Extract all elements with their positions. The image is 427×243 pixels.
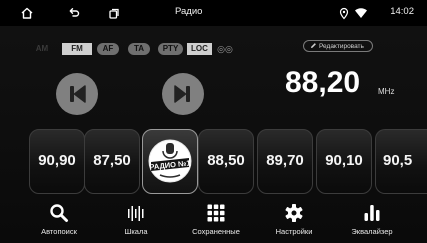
pty-toggle[interactable]: PTY	[158, 43, 183, 55]
scale-button[interactable]: Шкала	[101, 203, 171, 241]
settings-label: Настройки	[275, 227, 313, 236]
saved-button[interactable]: Сохраненные	[181, 203, 251, 241]
radio-screen: Радио 14:02 AM FM AF TA PTY LOC ◎◎ Редак…	[0, 0, 427, 243]
frequency-display: 88,20	[285, 66, 361, 99]
search-icon	[50, 204, 68, 222]
frequency-unit: MHz	[378, 87, 395, 96]
scale-label: Шкала	[124, 227, 148, 236]
preset-frequency: 87,50	[93, 152, 131, 169]
tuning-scale-icon	[128, 206, 144, 221]
preset-button[interactable]: 88,50	[198, 129, 254, 194]
preset-button[interactable]: 87,50	[84, 129, 140, 194]
preset-frequency: 90,10	[325, 152, 363, 169]
loc-toggle[interactable]: LOC	[187, 43, 212, 55]
screen-title: Радио	[175, 6, 203, 17]
edit-button[interactable]: Редактировать	[303, 40, 373, 52]
preset-button-active[interactable]: РАДИО №1	[142, 129, 198, 194]
preset-frequency: 88,50	[207, 152, 245, 169]
skip-forward-icon	[174, 85, 190, 103]
equalizer-label: Эквалайзер	[351, 227, 393, 236]
pencil-icon	[311, 43, 316, 48]
preset-button[interactable]: 89,70	[257, 129, 313, 194]
preset-button[interactable]: 90,10	[316, 129, 372, 194]
previous-station-button[interactable]	[56, 73, 98, 115]
settings-button[interactable]: Настройки	[259, 203, 329, 241]
grid-icon	[207, 204, 225, 222]
equalizer-button[interactable]: Эквалайзер	[337, 203, 407, 241]
preset-frequency: 90,90	[38, 152, 76, 169]
preset-frequency: 89,70	[266, 152, 304, 169]
recent-apps-icon[interactable]	[107, 6, 121, 20]
skip-back-icon	[70, 85, 86, 103]
location-pin-icon	[339, 7, 349, 20]
equalizer-icon	[364, 205, 380, 221]
autosearch-label: Автопоиск	[41, 227, 77, 236]
band-fm[interactable]: FM	[62, 43, 92, 55]
preset-frequency: 90,5	[383, 152, 413, 169]
next-station-button[interactable]	[162, 73, 204, 115]
home-icon[interactable]	[20, 6, 34, 20]
stereo-icon: ◎◎	[217, 44, 233, 54]
gear-icon	[285, 204, 303, 222]
radio-station-logo: РАДИО №1	[148, 139, 192, 183]
af-toggle[interactable]: AF	[97, 43, 119, 55]
preset-button[interactable]: 90,5	[375, 129, 427, 194]
status-bar: Радио 14:02	[0, 0, 427, 26]
back-icon[interactable]	[67, 6, 81, 20]
edit-button-label: Редактировать	[319, 43, 364, 50]
preset-button[interactable]: 90,90	[29, 129, 85, 194]
saved-label: Сохраненные	[192, 227, 240, 236]
clock: 14:02	[390, 6, 414, 17]
autosearch-button[interactable]: Автопоиск	[24, 203, 94, 241]
wifi-icon	[355, 8, 367, 18]
ta-toggle[interactable]: TA	[128, 43, 150, 55]
band-am[interactable]: AM	[34, 43, 50, 55]
